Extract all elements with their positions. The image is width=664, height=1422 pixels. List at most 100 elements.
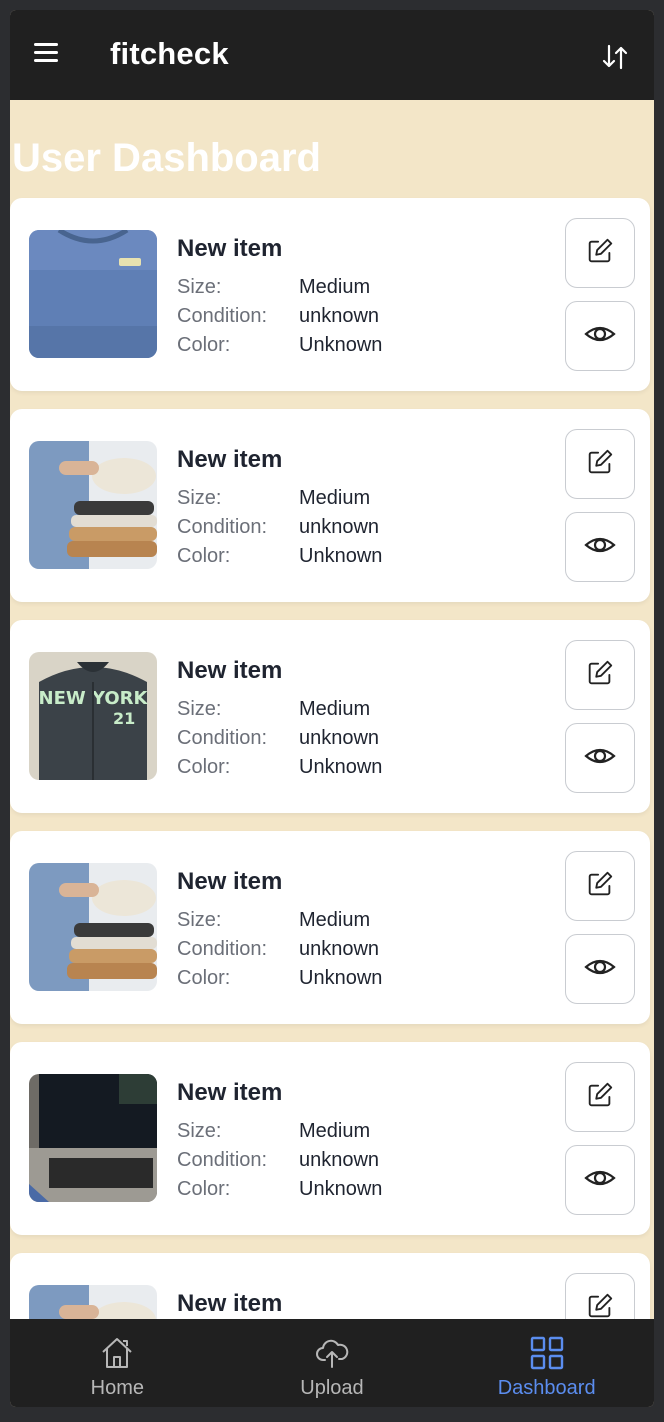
cloud-upload-icon [315,1339,349,1368]
edit-button[interactable] [565,640,635,710]
spec-value-condition: unknown [299,727,380,749]
item-name: New item [177,1079,283,1106]
item-specs: Size: Medium Condition: unknown Color: Unknow… [177,1117,382,1204]
spec-row-size: Size: Medium [177,695,382,724]
spec-label-size: Size: [177,909,222,931]
spec-row-condition: Condition: unknown [177,935,382,964]
edit-button[interactable] [565,218,635,288]
dashboard-content[interactable]: User Dashboard New item Size: Medium Condit… [10,100,654,1319]
spec-value-color: Unknown [299,756,383,778]
spec-label-color: Color: [177,1178,231,1200]
edit-icon [585,1080,615,1115]
spec-label-condition: Condition: [177,938,268,960]
spec-label-size: Size: [177,487,222,509]
view-button[interactable] [565,1145,635,1215]
item-card[interactable]: New item Size: Medium Condition: unknown Colo… [10,409,650,602]
item-name: New item [177,657,283,684]
spec-value-size: Medium [299,487,371,509]
spec-value-condition: unknown [299,1149,380,1171]
spec-value-condition: unknown [299,938,380,960]
nav-upload-label: Upload [300,1377,364,1399]
spec-row-color: Color: Unknown [177,331,382,360]
spec-value-size: Medium [299,276,371,298]
spec-label-color: Color: [177,545,231,567]
item-image[interactable] [29,230,157,358]
item-card[interactable]: New item Size: Medium Condition: unknown Colo… [10,1042,650,1235]
spec-row-color: Color: Unknown [177,753,382,782]
sort-icon[interactable] [600,42,630,72]
spec-row-condition: Condition: unknown [177,302,382,331]
spec-label-condition: Condition: [177,1149,268,1171]
spec-value-size: Medium [299,1120,371,1142]
spec-value-condition: unknown [299,516,380,538]
item-list: New item Size: Medium Condition: unknown Colo… [10,198,650,1319]
view-button[interactable] [565,301,635,371]
nav-dashboard-label: Dashboard [497,1377,596,1399]
eye-icon [584,740,616,777]
item-image[interactable] [29,1074,157,1202]
item-name: New item [177,1290,283,1317]
spec-value-size: Medium [299,909,371,931]
edit-button[interactable] [565,1062,635,1132]
spec-row-size: Size: Medium [177,484,382,513]
eye-icon [584,318,616,355]
edit-icon [585,658,615,693]
bottom-navigation: Home Upload Dashboard [10,1319,654,1407]
eye-icon [584,951,616,988]
nav-home[interactable]: Home [10,1319,225,1407]
spec-row-condition: Condition: unknown [177,1146,382,1175]
item-specs: Size: Medium Condition: unknown Color: Unknow… [177,273,382,360]
item-image[interactable]: NEW YORK 21 [29,652,157,780]
spec-value-size: Medium [299,698,371,720]
item-name: New item [177,235,283,262]
spec-label-condition: Condition: [177,516,268,538]
item-specs: Size: Medium Condition: unknown Color: Unknow… [177,484,382,571]
spec-label-color: Color: [177,967,231,989]
edit-icon [585,447,615,482]
item-card[interactable]: New item Size: Medium Condition: unknown Colo… [10,831,650,1024]
edit-button[interactable] [565,429,635,499]
item-image[interactable] [29,863,157,991]
spec-label-size: Size: [177,276,222,298]
spec-value-color: Unknown [299,334,383,356]
spec-row-size: Size: Medium [177,1117,382,1146]
item-image[interactable] [29,441,157,569]
view-button[interactable] [565,934,635,1004]
spec-value-color: Unknown [299,967,383,989]
eye-icon [584,1162,616,1199]
spec-row-condition: Condition: unknown [177,724,382,753]
nav-home-label: Home [90,1377,144,1399]
spec-row-color: Color: Unknown [177,542,382,571]
spec-label-condition: Condition: [177,305,268,327]
edit-icon [585,236,615,271]
view-button[interactable] [565,512,635,582]
item-specs: Size: Medium Condition: unknown Color: Unknow… [177,906,382,993]
page-title: User Dashboard [12,136,321,180]
spec-value-condition: unknown [299,305,380,327]
spec-label-color: Color: [177,334,231,356]
menu-icon[interactable] [34,43,62,67]
eye-icon [584,529,616,566]
app-title: fitcheck [110,36,229,71]
edit-icon [585,1291,615,1320]
svg-text:21: 21 [113,709,135,728]
spec-row-size: Size: Medium [177,906,382,935]
nav-upload[interactable]: Upload [225,1319,440,1407]
edit-button[interactable] [565,1273,635,1319]
item-specs: Size: Medium Condition: unknown Color: Unknow… [177,695,382,782]
spec-row-color: Color: Unknown [177,964,382,993]
edit-icon [585,869,615,904]
nav-dashboard[interactable]: Dashboard [439,1319,654,1407]
spec-label-size: Size: [177,698,222,720]
item-image[interactable] [29,1285,157,1319]
view-button[interactable] [565,723,635,793]
item-card[interactable]: New item Size: Medium Condition: unknown Colo… [10,198,650,391]
item-card[interactable]: New item [10,1253,650,1319]
spec-label-size: Size: [177,1120,222,1142]
spec-value-color: Unknown [299,545,383,567]
item-card[interactable]: NEW YORK 21 New item Size: Medium Condition: u… [10,620,650,813]
spec-row-color: Color: Unknown [177,1175,382,1204]
spec-label-condition: Condition: [177,727,268,749]
edit-button[interactable] [565,851,635,921]
grid-icon [530,1336,563,1370]
